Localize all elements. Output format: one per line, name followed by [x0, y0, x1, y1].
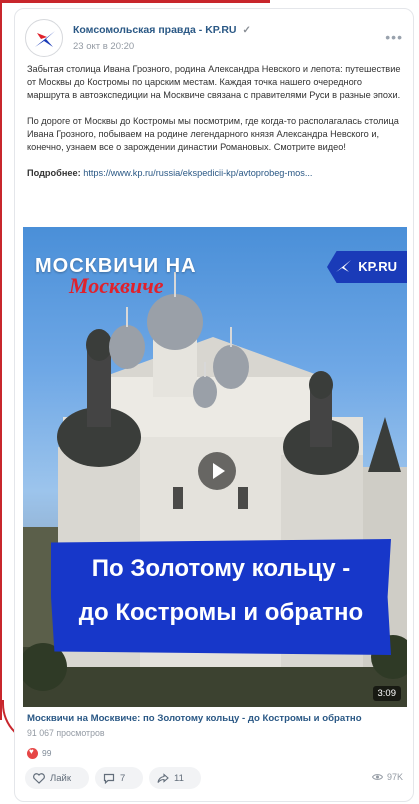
- post-views: 97K: [371, 772, 403, 782]
- like-button[interactable]: Лайк: [25, 767, 89, 789]
- post-paragraph-1: Забытая столица Ивана Грозного, родина А…: [27, 64, 401, 100]
- action-bar: Лайк 7 11 97K: [25, 767, 403, 791]
- play-button[interactable]: [198, 452, 236, 490]
- video-duration: 3:09: [372, 686, 401, 701]
- post-paragraph-2: По дороге от Москвы до Костромы мы посмо…: [27, 116, 399, 152]
- post-author[interactable]: Комсомольская правда - KP.RU ✓: [73, 24, 251, 36]
- post-date[interactable]: 23 окт в 20:20: [73, 41, 134, 52]
- heart-icon: [33, 772, 45, 784]
- more-options-icon[interactable]: •••: [385, 29, 403, 45]
- comment-button[interactable]: 7: [95, 767, 143, 789]
- link-label: Подробнее:: [27, 168, 81, 178]
- share-count: 11: [174, 772, 184, 784]
- post-header: Комсомольская правда - KP.RU ✓ 23 окт в …: [25, 19, 403, 59]
- share-button[interactable]: 11: [149, 767, 201, 789]
- comment-count: 7: [120, 772, 126, 784]
- eye-icon: [371, 774, 383, 780]
- heart-reaction-icon: [27, 747, 38, 759]
- post-card: Комсомольская правда - KP.RU ✓ 23 окт в …: [14, 8, 414, 802]
- post-text: Забытая столица Ивана Грозного, родина А…: [27, 63, 403, 193]
- avatar[interactable]: [25, 19, 63, 57]
- kp-logo-text: KP.RU: [358, 259, 397, 274]
- frame-left-line: [0, 0, 2, 720]
- like-label: Лайк: [50, 772, 71, 784]
- comment-icon: [103, 773, 115, 784]
- post-views-count: 97K: [386, 772, 403, 782]
- video-views: 91 067 просмотров: [27, 728, 105, 738]
- reaction-count: 99: [42, 748, 52, 758]
- verified-icon: ✓: [242, 25, 251, 36]
- video-title[interactable]: Москвичи на Москвиче: по Золотому кольцу…: [27, 713, 362, 724]
- kp-logo-icon: [35, 31, 55, 47]
- author-name[interactable]: Комсомольская правда - KP.RU: [73, 24, 237, 36]
- banner-line-1: По Золотому кольцу -: [91, 555, 351, 582]
- kp-arrow-icon: [336, 260, 351, 272]
- video-brand-subtitle: Москвиче: [69, 273, 164, 298]
- post-link[interactable]: https://www.kp.ru/russia/ekspedicii-kp/a…: [83, 168, 312, 178]
- post-link-line: Подробнее: https://www.kp.ru/russia/eksp…: [27, 167, 403, 180]
- share-icon: [157, 772, 169, 783]
- banner-line-2: до Костромы и обратно: [78, 599, 364, 626]
- frame-top-line: [0, 0, 270, 3]
- video-player[interactable]: МОСКВИЧИ НА Москвиче KP.RU По Золотому к…: [23, 227, 407, 707]
